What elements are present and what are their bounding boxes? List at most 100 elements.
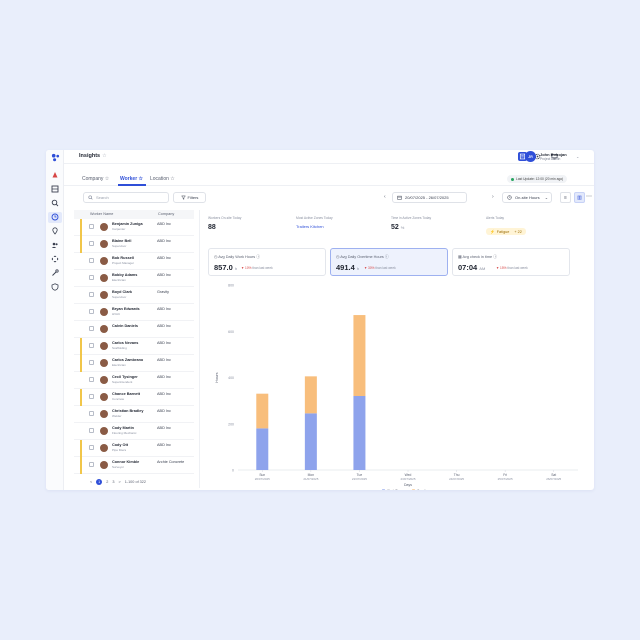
worker-role: Superintendent	[112, 380, 133, 384]
bar-work-time	[353, 396, 366, 470]
worker-name[interactable]: Bob Russell	[112, 256, 134, 260]
avatar	[100, 325, 108, 333]
worker-row[interactable]: Cody Martin Flooring Mechanic ABD Inc	[74, 423, 194, 440]
worker-name[interactable]: Calvin Daniels	[112, 324, 138, 328]
worker-row[interactable]: Bob Russell Project Manager ABD Inc	[74, 253, 194, 270]
worker-row[interactable]: Connor Kimble Surveyor Archie Concrete	[74, 457, 194, 474]
timer-icon: ◷	[336, 255, 340, 259]
worker-row[interactable]: Cody Ott Pipe fitters ABD Inc	[74, 440, 194, 457]
page-title: Insights ☆	[79, 153, 107, 159]
previous-range-button[interactable]: ‹	[384, 194, 386, 200]
prev-page-button[interactable]: <	[90, 480, 92, 484]
y-tick-label: 200	[228, 422, 234, 426]
worker-name[interactable]: Carlos Nevans	[112, 341, 138, 345]
bar-work-time	[304, 413, 317, 470]
worker-name[interactable]: Boyd Clark	[112, 290, 132, 294]
worker-row[interactable]: Benjamin Zuniga Carpenter ABD Inc	[74, 219, 194, 236]
tab-worker[interactable]: Worker ☆	[120, 176, 143, 182]
avatar	[100, 223, 108, 231]
page-3-button[interactable]: 3	[112, 480, 114, 484]
worker-row[interactable]: Cecil Tysinger Superintendent ABD Inc	[74, 372, 194, 389]
worker-name[interactable]: Connor Kimble	[112, 460, 139, 464]
row-checkbox[interactable]	[89, 343, 94, 348]
bar-overtime	[256, 393, 269, 429]
filters-button[interactable]: Filters	[173, 192, 206, 203]
row-checkbox[interactable]	[89, 462, 94, 467]
worker-name[interactable]: Cody Ott	[112, 443, 128, 447]
worker-role: Surveyor	[112, 465, 125, 469]
more-options-icon[interactable]: ⋯	[586, 193, 592, 200]
date-range-picker[interactable]: 20/07/2025 - 26/07/2025	[392, 192, 467, 203]
next-page-button[interactable]: >	[118, 480, 120, 484]
search-input[interactable]: Search	[83, 192, 169, 203]
column-header-company[interactable]: Company	[158, 212, 174, 216]
alert-icon[interactable]	[51, 171, 59, 179]
worker-row[interactable]: Blaine Bell Supervisor ABD Inc	[74, 236, 194, 253]
row-checkbox[interactable]	[89, 275, 94, 280]
row-checkbox[interactable]	[89, 326, 94, 331]
x-tick-date: 25/07/2025	[498, 477, 513, 481]
row-checkbox[interactable]	[89, 309, 94, 314]
move-icon[interactable]	[51, 255, 59, 263]
column-header-name[interactable]: Worker Name	[90, 212, 113, 216]
worker-row[interactable]: Christian Bradley Welder ABD Inc	[74, 406, 194, 423]
row-checkbox[interactable]	[89, 428, 94, 433]
worker-company: ABD Inc	[157, 239, 171, 243]
y-tick-label: 400	[228, 376, 234, 380]
last-update-badge: Last Update: 12:00 (20 min ago)	[507, 175, 568, 183]
user-menu-chevron-icon[interactable]: ⌄	[576, 154, 579, 159]
next-range-button[interactable]: ›	[492, 194, 494, 200]
page-2-button[interactable]: 2	[106, 480, 108, 484]
page-1-button[interactable]: 1	[96, 479, 103, 485]
tab-company[interactable]: Company ☆	[82, 176, 109, 182]
fatigue-alert-badge[interactable]: ⚡ Fatigue + 22	[486, 228, 526, 235]
row-checkbox[interactable]	[89, 292, 94, 297]
row-checkbox[interactable]	[89, 241, 94, 246]
users-icon[interactable]	[51, 241, 59, 249]
row-checkbox[interactable]	[89, 224, 94, 229]
info-icon: ⓘ	[256, 255, 261, 259]
x-tick-date: 22/07/2025	[352, 477, 367, 481]
worker-name[interactable]: Bryan Edwards	[112, 307, 140, 311]
row-checkbox[interactable]	[89, 360, 94, 365]
worker-name[interactable]: Christian Bradley	[112, 409, 143, 413]
worker-row[interactable]: Carlos Zambrano Electrician ABD Inc	[74, 355, 194, 372]
row-checkbox[interactable]	[89, 258, 94, 263]
kpi-avg-checkin-time[interactable]: ▦ Avg check in time ⓘ 07:04 AM ▼ 15% tha…	[452, 248, 570, 276]
row-checkbox[interactable]	[89, 411, 94, 416]
table-view-button[interactable]: ≡	[560, 192, 571, 203]
tools-icon[interactable]	[51, 269, 59, 277]
chart-view-button[interactable]: ▥	[574, 192, 585, 203]
tab-location[interactable]: Location ☆	[150, 176, 175, 182]
kpi-avg-overtime-hours[interactable]: ◷ Avg Daily Overtime Hours ⓘ 491.4 h ▼ 3…	[330, 248, 448, 276]
worker-name[interactable]: Bobby Adams	[112, 273, 137, 277]
row-checkbox[interactable]	[89, 394, 94, 399]
kpi-avg-work-hours[interactable]: ◷ Avg Daily Work Hours ⓘ 857.0 h ▼ 10% t…	[208, 248, 326, 276]
worker-name[interactable]: Benjamin Zuniga	[112, 222, 143, 226]
worker-row[interactable]: Bryan Edwards HVAC ABD Inc	[74, 304, 194, 321]
metric-select[interactable]: On-site Hours ⌄	[502, 192, 552, 203]
zones-link[interactable]: Trailers Kitchen	[296, 224, 326, 229]
worker-name[interactable]: Carlos Zambrano	[112, 358, 143, 362]
worker-name[interactable]: Cecil Tysinger	[112, 375, 138, 379]
row-checkbox[interactable]	[89, 377, 94, 382]
search-map-icon[interactable]	[51, 199, 59, 207]
row-checkbox[interactable]	[89, 445, 94, 450]
avatar	[100, 308, 108, 316]
worker-row[interactable]: Boyd Clark Supervisor Gravity	[74, 287, 194, 304]
shield-icon[interactable]	[51, 283, 59, 291]
worker-name[interactable]: Cody Martin	[112, 426, 134, 430]
favorite-star-icon[interactable]: ☆	[102, 153, 106, 159]
worker-role: Concrete	[112, 397, 125, 401]
worker-row[interactable]: Calvin Daniels ABD Inc	[74, 321, 194, 338]
user-avatar[interactable]: JR	[525, 151, 536, 162]
dashboard-icon[interactable]	[51, 185, 59, 193]
worker-name[interactable]: Blaine Bell	[112, 239, 131, 243]
worker-row[interactable]: Bobby Adams Electrician ABD Inc	[74, 270, 194, 287]
worker-row[interactable]: Carlos Nevans Scaffolding ABD Inc	[74, 338, 194, 355]
worker-name[interactable]: Chance Barnett	[112, 392, 140, 396]
insights-clock-icon[interactable]	[51, 213, 59, 221]
location-pin-icon[interactable]	[51, 227, 59, 235]
clock-icon	[507, 195, 512, 200]
worker-row[interactable]: Chance Barnett Concrete ABD Inc	[74, 389, 194, 406]
